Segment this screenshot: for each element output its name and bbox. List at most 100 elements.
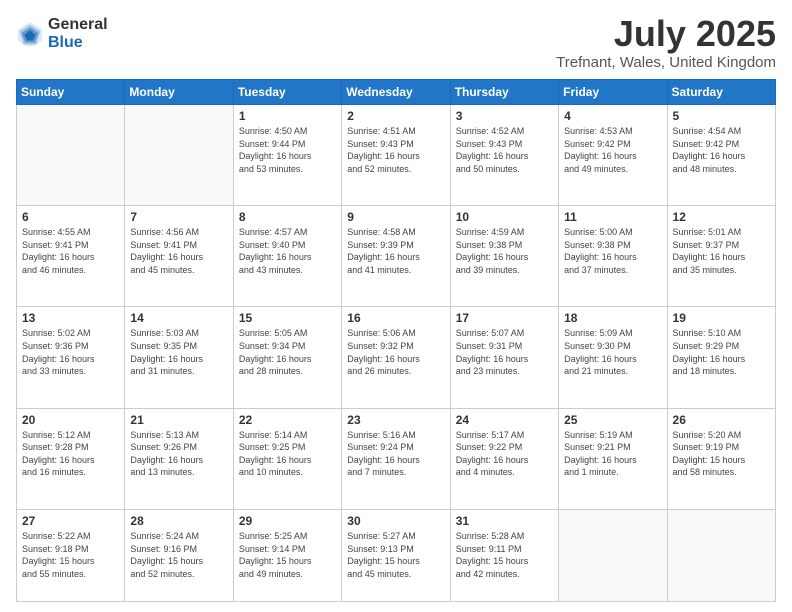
day-number: 28 [130,514,227,528]
day-number: 11 [564,210,661,224]
day-number: 1 [239,109,336,123]
day-info: Sunrise: 5:17 AM Sunset: 9:22 PM Dayligh… [456,429,553,479]
day-of-week-header: Friday [559,80,667,105]
calendar-day-cell: 11 Sunrise: 5:00 AM Sunset: 9:38 PM Dayli… [559,206,667,307]
day-info: Sunrise: 5:00 AM Sunset: 9:38 PM Dayligh… [564,226,661,276]
calendar-day-cell: 16Sunrise: 5:06 AM Sunset: 9:32 PM Dayli… [342,307,450,408]
calendar-day-cell [559,509,667,601]
calendar-day-cell: 18 Sunrise: 5:09 AM Sunset: 9:30 PM Dayli… [559,307,667,408]
calendar-day-cell: 28 Sunrise: 5:24 AM Sunset: 9:16 PM Dayli… [125,509,233,601]
day-info: Sunrise: 5:07 AM Sunset: 9:31 PM Dayligh… [456,327,553,377]
day-info: Sunrise: 5:25 AM Sunset: 9:14 PM Dayligh… [239,530,336,580]
day-number: 19 [673,311,770,325]
day-of-week-header: Saturday [667,80,775,105]
logo-text: General Blue [48,16,108,51]
day-number: 7 [130,210,227,224]
day-number: 24 [456,413,553,427]
logo-general: General [48,16,108,34]
day-info: Sunrise: 4:55 AM Sunset: 9:41 PM Dayligh… [22,226,119,276]
calendar-day-cell: 7 Sunrise: 4:56 AM Sunset: 9:41 PM Daylig… [125,206,233,307]
day-info: Sunrise: 5:01 AM Sunset: 9:37 PM Dayligh… [673,226,770,276]
day-number: 6 [22,210,119,224]
day-info: Sunrise: 5:20 AM Sunset: 9:19 PM Dayligh… [673,429,770,479]
calendar-week-row: 6 Sunrise: 4:55 AM Sunset: 9:41 PM Daylig… [17,206,776,307]
day-info: Sunrise: 4:54 AM Sunset: 9:42 PM Dayligh… [673,125,770,175]
day-number: 14 [130,311,227,325]
day-number: 21 [130,413,227,427]
calendar-day-cell: 15 Sunrise: 5:05 AM Sunset: 9:34 PM Dayli… [233,307,341,408]
calendar-day-cell: 26 Sunrise: 5:20 AM Sunset: 9:19 PM Dayli… [667,408,775,509]
day-number: 13 [22,311,119,325]
day-info: Sunrise: 5:09 AM Sunset: 9:30 PM Dayligh… [564,327,661,377]
day-number: 17 [456,311,553,325]
day-number: 29 [239,514,336,528]
day-of-week-header: Thursday [450,80,558,105]
calendar-week-row: 1 Sunrise: 4:50 AM Sunset: 9:44 PM Daylig… [17,105,776,206]
calendar-day-cell: 27 Sunrise: 5:22 AM Sunset: 9:18 PM Dayli… [17,509,125,601]
day-info: Sunrise: 5:02 AM Sunset: 9:36 PM Dayligh… [22,327,119,377]
day-number: 18 [564,311,661,325]
calendar-day-cell [667,509,775,601]
day-info: Sunrise: 4:52 AM Sunset: 9:43 PM Dayligh… [456,125,553,175]
logo: General Blue [16,16,108,51]
day-number: 20 [22,413,119,427]
calendar-day-cell: 13 Sunrise: 5:02 AM Sunset: 9:36 PM Dayli… [17,307,125,408]
calendar-day-cell: 30Sunrise: 5:27 AM Sunset: 9:13 PM Dayli… [342,509,450,601]
title-month: July 2025 [556,16,776,52]
day-number: 30 [347,514,444,528]
day-info: Sunrise: 5:22 AM Sunset: 9:18 PM Dayligh… [22,530,119,580]
day-info: Sunrise: 4:56 AM Sunset: 9:41 PM Dayligh… [130,226,227,276]
day-info: Sunrise: 4:58 AM Sunset: 9:39 PM Dayligh… [347,226,444,276]
calendar-day-cell: 12 Sunrise: 5:01 AM Sunset: 9:37 PM Dayli… [667,206,775,307]
day-number: 25 [564,413,661,427]
day-info: Sunrise: 5:13 AM Sunset: 9:26 PM Dayligh… [130,429,227,479]
calendar-day-cell: 19Sunrise: 5:10 AM Sunset: 9:29 PM Dayli… [667,307,775,408]
day-info: Sunrise: 4:50 AM Sunset: 9:44 PM Dayligh… [239,125,336,175]
day-info: Sunrise: 4:59 AM Sunset: 9:38 PM Dayligh… [456,226,553,276]
title-block: July 2025 Trefnant, Wales, United Kingdo… [556,16,776,71]
calendar-day-cell: 4Sunrise: 4:53 AM Sunset: 9:42 PM Daylig… [559,105,667,206]
day-info: Sunrise: 5:24 AM Sunset: 9:16 PM Dayligh… [130,530,227,580]
header: General Blue July 2025 Trefnant, Wales, … [16,16,776,71]
day-number: 9 [347,210,444,224]
day-number: 27 [22,514,119,528]
calendar-day-cell: 22 Sunrise: 5:14 AM Sunset: 9:25 PM Dayli… [233,408,341,509]
day-number: 26 [673,413,770,427]
day-info: Sunrise: 4:51 AM Sunset: 9:43 PM Dayligh… [347,125,444,175]
calendar-day-cell: 25 Sunrise: 5:19 AM Sunset: 9:21 PM Dayli… [559,408,667,509]
calendar-table: SundayMondayTuesdayWednesdayThursdayFrid… [16,79,776,602]
day-number: 16 [347,311,444,325]
calendar-day-cell: 6 Sunrise: 4:55 AM Sunset: 9:41 PM Daylig… [17,206,125,307]
day-number: 10 [456,210,553,224]
calendar-day-cell: 17 Sunrise: 5:07 AM Sunset: 9:31 PM Dayli… [450,307,558,408]
day-info: Sunrise: 5:14 AM Sunset: 9:25 PM Dayligh… [239,429,336,479]
day-number: 15 [239,311,336,325]
calendar-day-cell [17,105,125,206]
day-number: 22 [239,413,336,427]
calendar-week-row: 13 Sunrise: 5:02 AM Sunset: 9:36 PM Dayli… [17,307,776,408]
day-info: Sunrise: 5:19 AM Sunset: 9:21 PM Dayligh… [564,429,661,479]
day-info: Sunrise: 5:05 AM Sunset: 9:34 PM Dayligh… [239,327,336,377]
day-number: 8 [239,210,336,224]
day-number: 4 [564,109,661,123]
calendar-week-row: 20 Sunrise: 5:12 AM Sunset: 9:28 PM Dayli… [17,408,776,509]
day-number: 5 [673,109,770,123]
day-of-week-header: Tuesday [233,80,341,105]
calendar-day-cell: 10 Sunrise: 4:59 AM Sunset: 9:38 PM Dayli… [450,206,558,307]
day-number: 12 [673,210,770,224]
calendar-day-cell: 20 Sunrise: 5:12 AM Sunset: 9:28 PM Dayli… [17,408,125,509]
logo-blue: Blue [48,34,108,52]
day-of-week-header: Sunday [17,80,125,105]
day-number: 31 [456,514,553,528]
calendar-day-cell: 31 Sunrise: 5:28 AM Sunset: 9:11 PM Dayli… [450,509,558,601]
calendar-day-cell [125,105,233,206]
day-info: Sunrise: 5:16 AM Sunset: 9:24 PM Dayligh… [347,429,444,479]
calendar-day-cell: 8Sunrise: 4:57 AM Sunset: 9:40 PM Daylig… [233,206,341,307]
title-location: Trefnant, Wales, United Kingdom [556,54,776,71]
calendar-day-cell: 24 Sunrise: 5:17 AM Sunset: 9:22 PM Dayli… [450,408,558,509]
day-info: Sunrise: 5:03 AM Sunset: 9:35 PM Dayligh… [130,327,227,377]
page: General Blue July 2025 Trefnant, Wales, … [0,0,792,612]
day-info: Sunrise: 5:12 AM Sunset: 9:28 PM Dayligh… [22,429,119,479]
day-info: Sunrise: 5:28 AM Sunset: 9:11 PM Dayligh… [456,530,553,580]
day-number: 2 [347,109,444,123]
